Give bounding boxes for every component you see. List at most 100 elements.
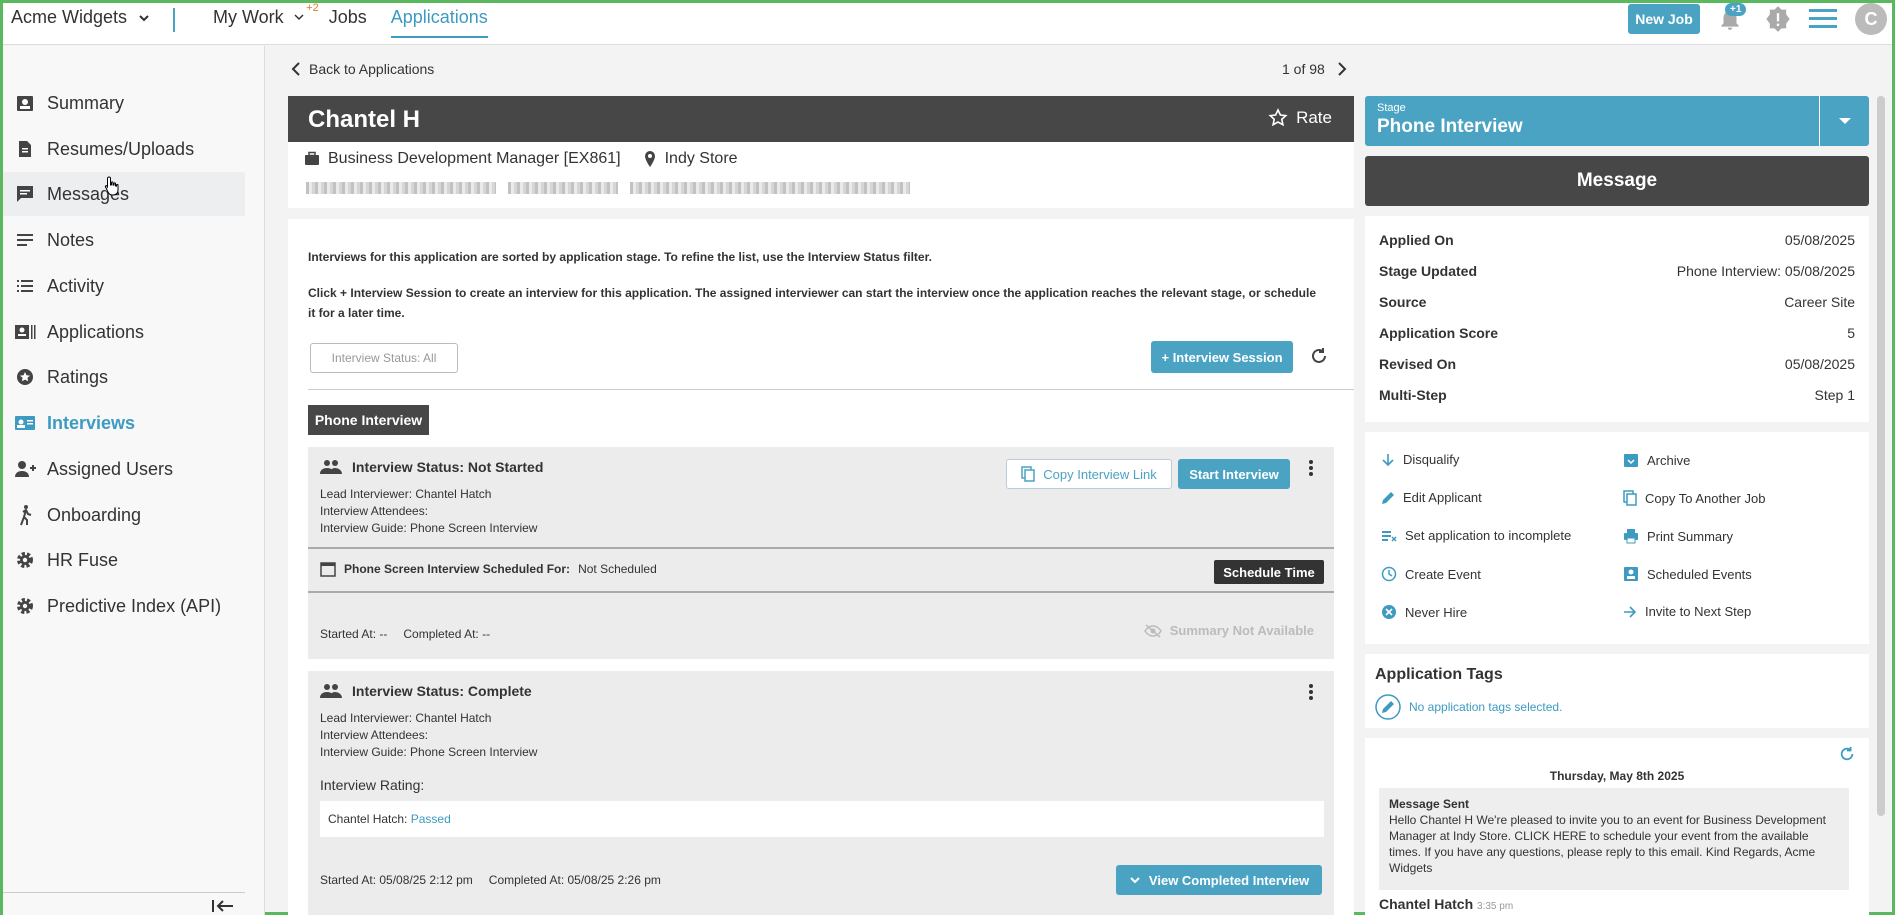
disqualify-action[interactable]: Disqualify — [1381, 452, 1459, 467]
user-avatar[interactable]: C — [1855, 3, 1887, 35]
refresh-feed-button[interactable] — [1839, 746, 1855, 762]
edit-applicant-action[interactable]: Edit Applicant — [1381, 490, 1482, 505]
interview-card-not-started: Interview Status: Not Started Lead Inter… — [308, 447, 1334, 659]
copy-icon — [1623, 490, 1637, 506]
chevron-right-icon[interactable] — [1337, 62, 1347, 76]
tags-title: Application Tags — [1375, 666, 1503, 684]
sidebar-item-label: Applications — [47, 322, 144, 343]
archive-action[interactable]: Archive — [1623, 452, 1690, 468]
pager-label: 1 of 98 — [1282, 61, 1325, 77]
candidate-header: Chantel H Rate — [288, 96, 1354, 142]
refresh-button[interactable] — [1310, 347, 1328, 365]
sidebar-item-hr-fuse[interactable]: HR Fuse — [3, 538, 245, 582]
application-info: Applied On05/08/2025 Stage UpdatedPhone … — [1365, 216, 1869, 422]
new-job-button[interactable]: New Job — [1628, 4, 1700, 34]
sidebar-item-activity[interactable]: Activity — [3, 264, 245, 308]
alert-icon — [1764, 5, 1792, 33]
kebab-icon — [1308, 459, 1314, 477]
alerts-button[interactable] — [1764, 5, 1792, 33]
top-bar: Acme Widgets My Work +2 Jobs Application… — [3, 3, 1892, 45]
collapse-sidebar-button[interactable] — [211, 898, 235, 914]
gear-icon — [15, 550, 35, 570]
completed-at: Completed At: -- — [403, 627, 490, 641]
sidebar-item-label: HR Fuse — [47, 550, 118, 571]
start-interview-button[interactable]: Start Interview — [1178, 459, 1290, 489]
sidebar-item-resumes[interactable]: Resumes/Uploads — [3, 127, 245, 171]
more-options-button[interactable] — [1308, 683, 1314, 701]
message-title: Message Sent — [1389, 796, 1839, 812]
interview-status-filter[interactable]: Interview Status: All — [310, 343, 458, 373]
message-time: 3:35 pm — [1477, 901, 1513, 912]
user-add-icon — [14, 459, 36, 479]
company-name: Acme Widgets — [11, 7, 127, 28]
info-row: Revised On05/08/2025 — [1379, 356, 1855, 372]
schedule-time-button[interactable]: Schedule Time — [1214, 560, 1324, 584]
sidebar-item-label: Ratings — [47, 367, 108, 388]
sidebar-item-summary[interactable]: Summary — [3, 81, 245, 125]
main-menu-button[interactable] — [1809, 7, 1837, 29]
hamburger-icon — [1809, 7, 1837, 29]
scheduled-events-action[interactable]: Scheduled Events — [1623, 566, 1752, 582]
interview-attendees: Interview Attendees: — [320, 504, 428, 518]
incomplete-icon — [1381, 529, 1397, 543]
copy-to-another-job-action[interactable]: Copy To Another Job — [1623, 490, 1765, 506]
schedule-value: Not Scheduled — [578, 562, 657, 576]
stage-dropdown-button[interactable] — [1819, 96, 1869, 146]
interview-rating: Chantel Hatch: Passed — [320, 801, 1324, 837]
candidate-name: Chantel H — [308, 106, 420, 134]
sidebar-item-ratings[interactable]: Ratings — [3, 355, 245, 399]
more-options-button[interactable] — [1308, 459, 1314, 477]
badge-icon — [15, 93, 35, 113]
cursor-hand-icon — [104, 176, 120, 196]
sidebar-item-notes[interactable]: Notes — [3, 218, 245, 262]
people-icon — [320, 459, 342, 475]
sidebar-item-applications[interactable]: Applications — [3, 310, 245, 354]
briefcase-icon — [304, 151, 320, 167]
redacted-contact-info — [306, 182, 910, 194]
sidebar-item-onboarding[interactable]: Onboarding — [3, 493, 245, 537]
nav-jobs[interactable]: Jobs — [329, 5, 367, 38]
add-interview-session-button[interactable]: + Interview Session — [1151, 341, 1293, 373]
lead-interviewer: Lead Interviewer: Chantel Hatch — [320, 711, 491, 725]
calendar-icon — [320, 561, 336, 577]
gear-icon — [15, 596, 35, 616]
notification-badge: +1 — [1725, 3, 1746, 16]
collapse-left-icon — [211, 898, 235, 914]
scrollbar[interactable] — [1877, 96, 1885, 816]
edit-tags-button[interactable]: No application tags selected. — [1375, 694, 1562, 720]
interview-attendees: Interview Attendees: — [320, 728, 428, 742]
cancel-circle-icon — [1381, 604, 1397, 620]
never-hire-action[interactable]: Never Hire — [1381, 604, 1467, 620]
company-switcher[interactable]: Acme Widgets — [11, 7, 151, 28]
pencil-circle-icon — [1375, 694, 1401, 720]
sidebar-item-messages[interactable]: Messages — [3, 172, 245, 216]
activity-feed: Thursday, May 8th 2025 Message Sent Hell… — [1365, 738, 1869, 915]
create-event-action[interactable]: Create Event — [1381, 566, 1481, 582]
sidebar-item-interviews[interactable]: Interviews — [3, 401, 245, 445]
info-row: Multi-StepStep 1 — [1379, 387, 1855, 403]
interview-guide: Interview Guide: Phone Screen Interview — [320, 745, 537, 759]
stage-selector[interactable]: Stage Phone Interview — [1365, 96, 1869, 146]
contact-card-icon — [1623, 566, 1639, 582]
sidebar-item-label: Assigned Users — [47, 459, 173, 480]
interview-status: Interview Status: Not Started — [352, 459, 543, 475]
view-completed-interview-button[interactable]: View Completed Interview — [1116, 865, 1322, 895]
rate-button[interactable]: Rate — [1268, 108, 1332, 128]
message-button[interactable]: Message — [1365, 156, 1869, 206]
message-icon — [15, 184, 35, 204]
copy-interview-link-button[interactable]: Copy Interview Link — [1006, 459, 1172, 489]
sidebar-item-predictive-index[interactable]: Predictive Index (API) — [3, 584, 245, 628]
sidebar-item-label: Summary — [47, 93, 124, 114]
document-icon — [15, 139, 35, 159]
back-to-applications-link[interactable]: Back to Applications — [291, 61, 434, 77]
print-summary-action[interactable]: Print Summary — [1623, 528, 1733, 544]
schedule-label: Phone Screen Interview Scheduled For: — [344, 562, 570, 576]
nav-applications[interactable]: Applications — [391, 5, 488, 38]
started-at: Started At: -- — [320, 627, 387, 641]
invite-next-step-action[interactable]: Invite to Next Step — [1623, 604, 1751, 619]
started-at: Started At: 05/08/25 2:12 pm — [320, 873, 473, 887]
chevron-down-icon — [1129, 875, 1141, 885]
nav-my-work[interactable]: My Work +2 — [213, 5, 305, 38]
set-incomplete-action[interactable]: Set application to incomplete — [1381, 528, 1571, 543]
sidebar-item-assigned-users[interactable]: Assigned Users — [3, 447, 245, 491]
